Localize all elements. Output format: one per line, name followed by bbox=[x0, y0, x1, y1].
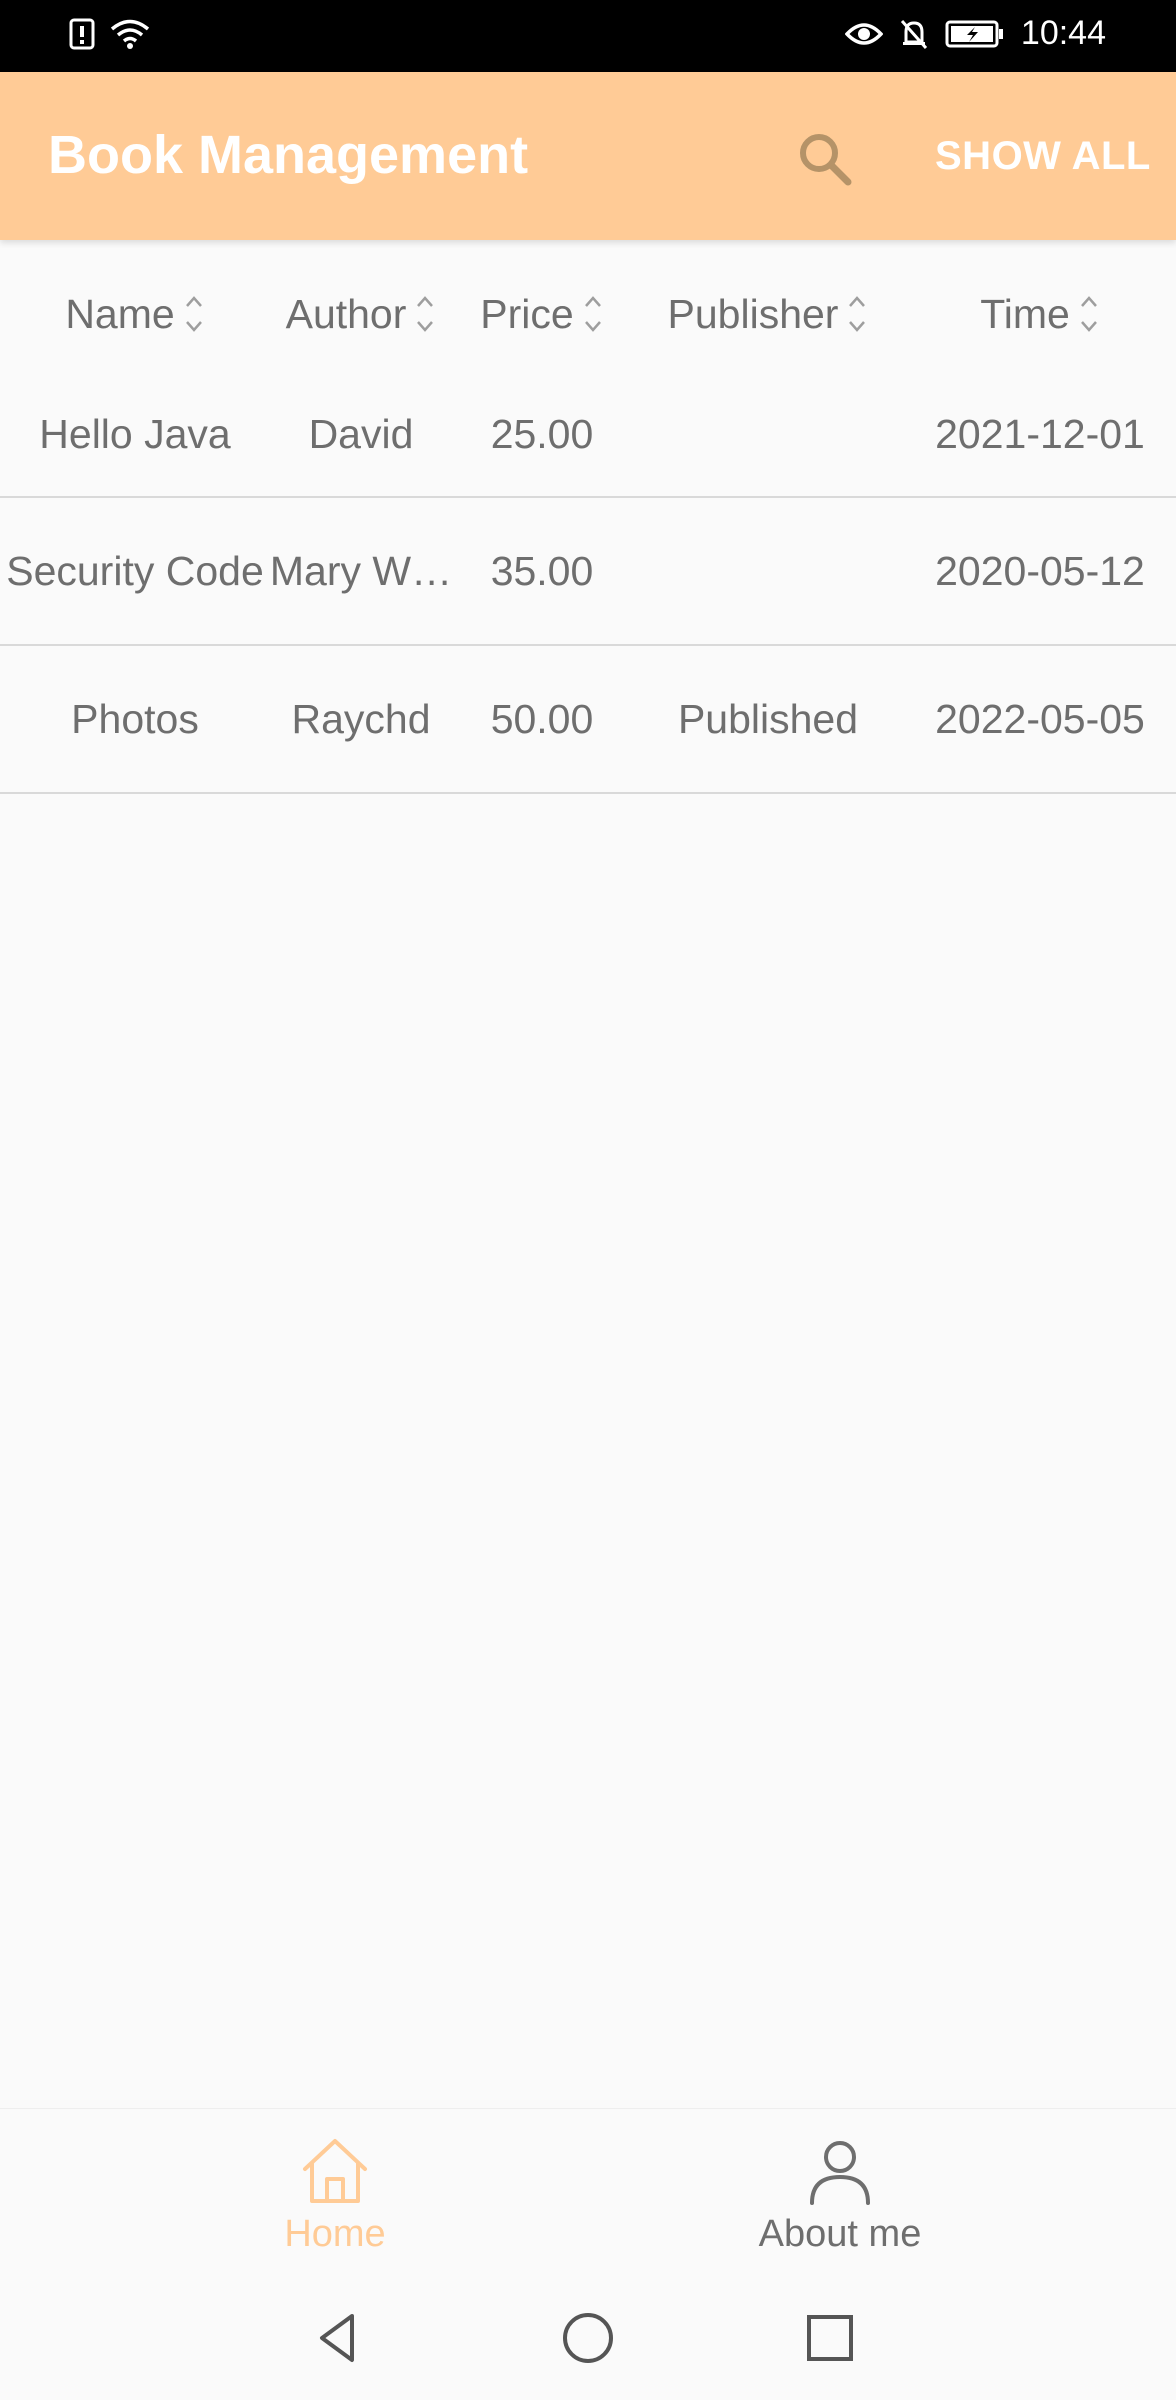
column-header-name[interactable]: Name bbox=[0, 284, 270, 344]
back-icon[interactable] bbox=[310, 2308, 370, 2368]
sort-icon bbox=[849, 296, 866, 332]
cell-time: 2022-05-05 bbox=[935, 695, 1145, 742]
cell-author: David bbox=[308, 410, 414, 457]
show-all-button[interactable]: SHOW ALL bbox=[935, 134, 1151, 179]
column-header-price[interactable]: Price bbox=[452, 284, 632, 344]
cell-author: Raychd bbox=[291, 695, 431, 742]
nav-item-home[interactable]: Home bbox=[185, 2133, 485, 2256]
cell-name: Hello Java bbox=[39, 410, 231, 457]
search-icon bbox=[800, 134, 852, 186]
recents-icon[interactable] bbox=[800, 2308, 860, 2368]
table-header-row: Name Author Price Publisher Time bbox=[0, 240, 1176, 372]
nav-item-about-me[interactable]: About me bbox=[690, 2133, 990, 2256]
status-bar: 10:44 bbox=[0, 0, 1176, 72]
sort-icon bbox=[417, 296, 434, 332]
status-right-icons: 10:44 bbox=[844, 14, 1106, 53]
cell-name: Photos bbox=[71, 695, 199, 742]
column-header-publisher[interactable]: Publisher bbox=[632, 284, 904, 344]
nav-label-home: Home bbox=[284, 2213, 386, 2255]
cell-name: Security Code bbox=[6, 547, 264, 594]
system-nav-bar bbox=[0, 2278, 1176, 2400]
search-button[interactable] bbox=[790, 124, 860, 194]
bell-off-icon bbox=[900, 19, 928, 49]
wifi-icon bbox=[110, 19, 150, 49]
app-bar: Book Management SHOW ALL bbox=[0, 72, 1176, 240]
cell-time: 2020-05-12 bbox=[935, 547, 1145, 594]
home-icon bbox=[303, 2139, 367, 2203]
sort-icon bbox=[185, 296, 202, 332]
sim-alert-icon bbox=[69, 18, 95, 50]
column-header-time[interactable]: Time bbox=[904, 284, 1176, 344]
table-row[interactable]: Security Code Mary W… 35.00 2020-05-12 bbox=[0, 498, 1176, 646]
cell-publisher bbox=[632, 372, 904, 496]
sort-icon bbox=[584, 296, 601, 332]
cell-publisher: Published bbox=[677, 695, 859, 742]
cell-publisher bbox=[632, 498, 904, 644]
status-time: 10:44 bbox=[1020, 14, 1106, 52]
table-row[interactable]: Hello Java David 25.00 2021-12-01 bbox=[0, 372, 1176, 498]
cell-author: Mary W… bbox=[270, 547, 452, 594]
table-row[interactable]: Photos Raychd 50.00 Published 2022-05-05 bbox=[0, 646, 1176, 794]
page-title: Book Management bbox=[48, 125, 529, 185]
cell-time: 2021-12-01 bbox=[935, 410, 1145, 457]
book-table: Name Author Price Publisher Time Hello J… bbox=[0, 240, 1176, 794]
eye-icon bbox=[844, 22, 883, 45]
nav-label-about-me: About me bbox=[758, 2213, 922, 2255]
battery-charging-icon bbox=[945, 20, 1003, 47]
status-left-icons bbox=[68, 18, 150, 50]
bottom-nav: Home About me bbox=[0, 2108, 1176, 2279]
column-header-author[interactable]: Author bbox=[270, 284, 452, 344]
home-circle-icon[interactable] bbox=[558, 2308, 618, 2368]
cell-price: 35.00 bbox=[490, 547, 594, 594]
cell-price: 25.00 bbox=[490, 410, 594, 457]
person-icon bbox=[810, 2141, 870, 2205]
cell-price: 50.00 bbox=[490, 695, 594, 742]
sort-icon bbox=[1080, 296, 1097, 332]
